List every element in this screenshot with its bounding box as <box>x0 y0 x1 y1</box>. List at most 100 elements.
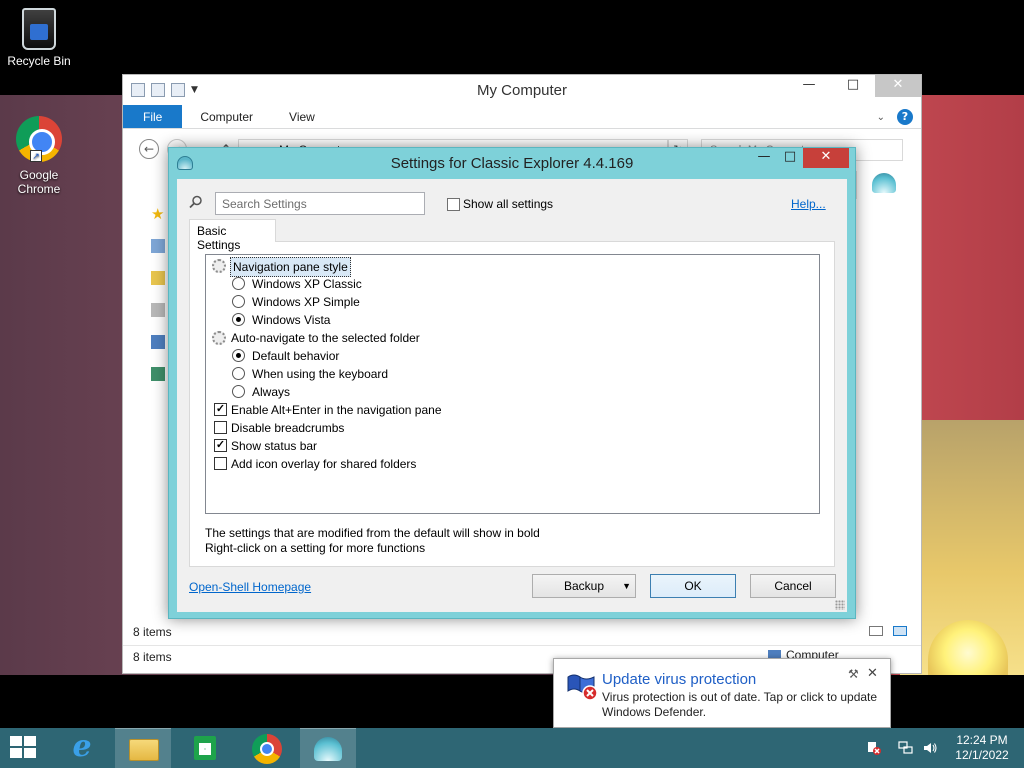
windows-defender-alert-icon <box>567 674 598 701</box>
folder-icon[interactable] <box>151 271 165 285</box>
radio-button-selected[interactable] <box>232 349 245 362</box>
cancel-button[interactable]: Cancel <box>750 574 836 598</box>
help-icon[interactable]: ? <box>897 109 913 125</box>
desktop-icon-recycle-bin[interactable]: Recycle Bin <box>1 8 77 68</box>
open-shell-homepage-link[interactable]: Open-Shell Homepage <box>189 580 311 594</box>
network-icon[interactable] <box>898 740 914 756</box>
ribbon-right-controls: ⌄ ? <box>877 109 913 125</box>
network-icon[interactable] <box>151 367 165 381</box>
settings-gear-icon <box>212 331 226 345</box>
radio-button[interactable] <box>232 367 245 380</box>
tree-option-label: Windows Vista <box>252 313 331 327</box>
minimize-button[interactable]: — <box>787 75 831 97</box>
tree-option-when-using-keyboard[interactable]: When using the keyboard <box>208 365 808 383</box>
radio-button[interactable] <box>232 385 245 398</box>
clock-date: 12/1/2022 <box>955 748 1009 762</box>
homegroup-icon[interactable] <box>151 303 165 317</box>
resize-grip[interactable] <box>835 600 845 610</box>
tree-group-navigation-pane-style[interactable]: Navigation pane style <box>208 257 808 277</box>
search-settings-placeholder: Search Settings <box>222 197 307 211</box>
maximize-button[interactable]: □ <box>777 148 803 168</box>
tree-option-disable-breadcrumbs[interactable]: Disable breadcrumbs <box>208 419 808 437</box>
details-view-icon[interactable] <box>869 626 883 636</box>
tree-option-label: Always <box>252 385 291 399</box>
help-link[interactable]: Help... <box>791 197 826 211</box>
checkbox[interactable] <box>214 421 227 434</box>
tree-option-show-status-bar[interactable]: ✓ Show status bar <box>208 437 808 455</box>
expand-ribbon-icon[interactable]: ⌄ <box>877 112 885 123</box>
tree-option-label: Add icon overlay for shared folders <box>231 457 417 471</box>
close-notification-button[interactable]: ✕ <box>867 666 878 681</box>
tiles-view-icon[interactable] <box>893 626 907 636</box>
checkbox-checked[interactable]: ✓ <box>214 403 227 416</box>
right-click-note: Right-click on a setting for more functi… <box>205 541 426 555</box>
tree-option-always[interactable]: Always <box>208 383 808 401</box>
start-button[interactable] <box>0 728 48 768</box>
status-items-bottom: 8 items <box>133 650 172 664</box>
tree-group-label: Navigation pane style <box>230 257 351 277</box>
open-shell-icon <box>314 737 342 761</box>
tree-option-label: Windows XP Classic <box>252 277 362 291</box>
tree-option-enable-alt-enter[interactable]: ✓ Enable Alt+Enter in the navigation pan… <box>208 401 808 419</box>
tree-option-windows-xp-simple[interactable]: Windows XP Simple <box>208 293 808 311</box>
tab-view[interactable]: View <box>271 105 333 128</box>
explorer-titlebar: ▼ My Computer — □ ✕ <box>123 75 921 105</box>
clock-time: 12:24 PM <box>956 733 1008 747</box>
tree-option-label: When using the keyboard <box>252 367 389 381</box>
maximize-button[interactable]: □ <box>831 75 875 97</box>
back-button[interactable]: ← <box>139 139 159 159</box>
tab-computer[interactable]: Computer <box>182 105 271 128</box>
notification-toast[interactable]: Update virus protection Virus protection… <box>553 658 891 740</box>
tree-option-label: Default behavior <box>252 349 340 363</box>
settings-gear-icon <box>212 259 226 273</box>
favorites-star-icon[interactable]: ★ <box>151 207 165 222</box>
desktop-icon-label: Chrome <box>17 182 61 196</box>
windows-defender-tray-icon[interactable] <box>866 740 882 756</box>
taskbar-internet-explorer[interactable]: e <box>54 728 110 768</box>
speaker-icon <box>924 743 937 753</box>
tree-group-auto-navigate[interactable]: Auto-navigate to the selected folder <box>208 329 808 347</box>
desktop-icon-label: Recycle Bin <box>7 54 71 68</box>
tab-file[interactable]: File <box>123 105 183 128</box>
minimize-button[interactable]: — <box>751 148 777 168</box>
libraries-icon[interactable] <box>151 239 165 253</box>
backup-button[interactable]: Backup ▼ <box>532 574 636 598</box>
radio-button[interactable] <box>232 277 245 290</box>
desktop-icon-google-chrome[interactable]: ↗ Google Chrome <box>1 116 77 196</box>
tab-basic-settings[interactable]: Basic Settings <box>189 219 276 252</box>
dialog-body: Search Settings Show all settings Help..… <box>177 179 847 612</box>
tree-option-add-icon-overlay[interactable]: Add icon overlay for shared folders <box>208 455 808 473</box>
tree-option-label: Windows XP Simple <box>252 295 360 309</box>
tree-option-default-behavior[interactable]: Default behavior <box>208 347 808 365</box>
windows-logo-icon <box>10 736 38 760</box>
basic-settings-panel: Navigation pane style Windows XP Classic… <box>189 241 835 567</box>
explorer-toolbar-right <box>856 171 906 199</box>
radio-button[interactable] <box>232 295 245 308</box>
tree-option-windows-xp-classic[interactable]: Windows XP Classic <box>208 275 808 293</box>
tree-option-windows-vista[interactable]: Windows Vista <box>208 311 808 329</box>
taskbar-google-chrome[interactable] <box>238 728 294 768</box>
search-settings-input[interactable]: Search Settings <box>215 192 425 215</box>
checkbox[interactable] <box>214 457 227 470</box>
settings-tree[interactable]: Navigation pane style Windows XP Classic… <box>205 254 820 514</box>
computer-icon[interactable] <box>151 335 165 349</box>
open-shell-icon[interactable] <box>872 173 896 193</box>
taskbar-file-explorer[interactable] <box>115 728 171 768</box>
show-all-settings-checkbox[interactable] <box>447 198 460 211</box>
volume-icon[interactable] <box>922 740 938 756</box>
close-button[interactable]: ✕ <box>875 75 921 97</box>
settings-dialog: Settings for Classic Explorer 4.4.169 — … <box>168 147 856 619</box>
taskbar-open-shell-settings[interactable] <box>300 728 356 768</box>
tree-option-label: Disable breadcrumbs <box>231 421 345 435</box>
ok-button[interactable]: OK <box>650 574 736 598</box>
status-items: 8 items <box>133 625 172 639</box>
system-clock[interactable]: 12:24 PM 12/1/2022 <box>950 733 1014 763</box>
dialog-titlebar: Settings for Classic Explorer 4.4.169 — … <box>169 148 855 178</box>
pin-icon[interactable]: ⚒ <box>848 667 859 681</box>
window-controls: — □ ✕ <box>787 75 921 97</box>
taskbar-store[interactable] <box>176 728 232 768</box>
radio-button-selected[interactable] <box>232 313 245 326</box>
checkbox-checked[interactable]: ✓ <box>214 439 227 452</box>
network-monitor-icon <box>898 741 913 754</box>
close-button[interactable]: ✕ <box>803 148 849 168</box>
